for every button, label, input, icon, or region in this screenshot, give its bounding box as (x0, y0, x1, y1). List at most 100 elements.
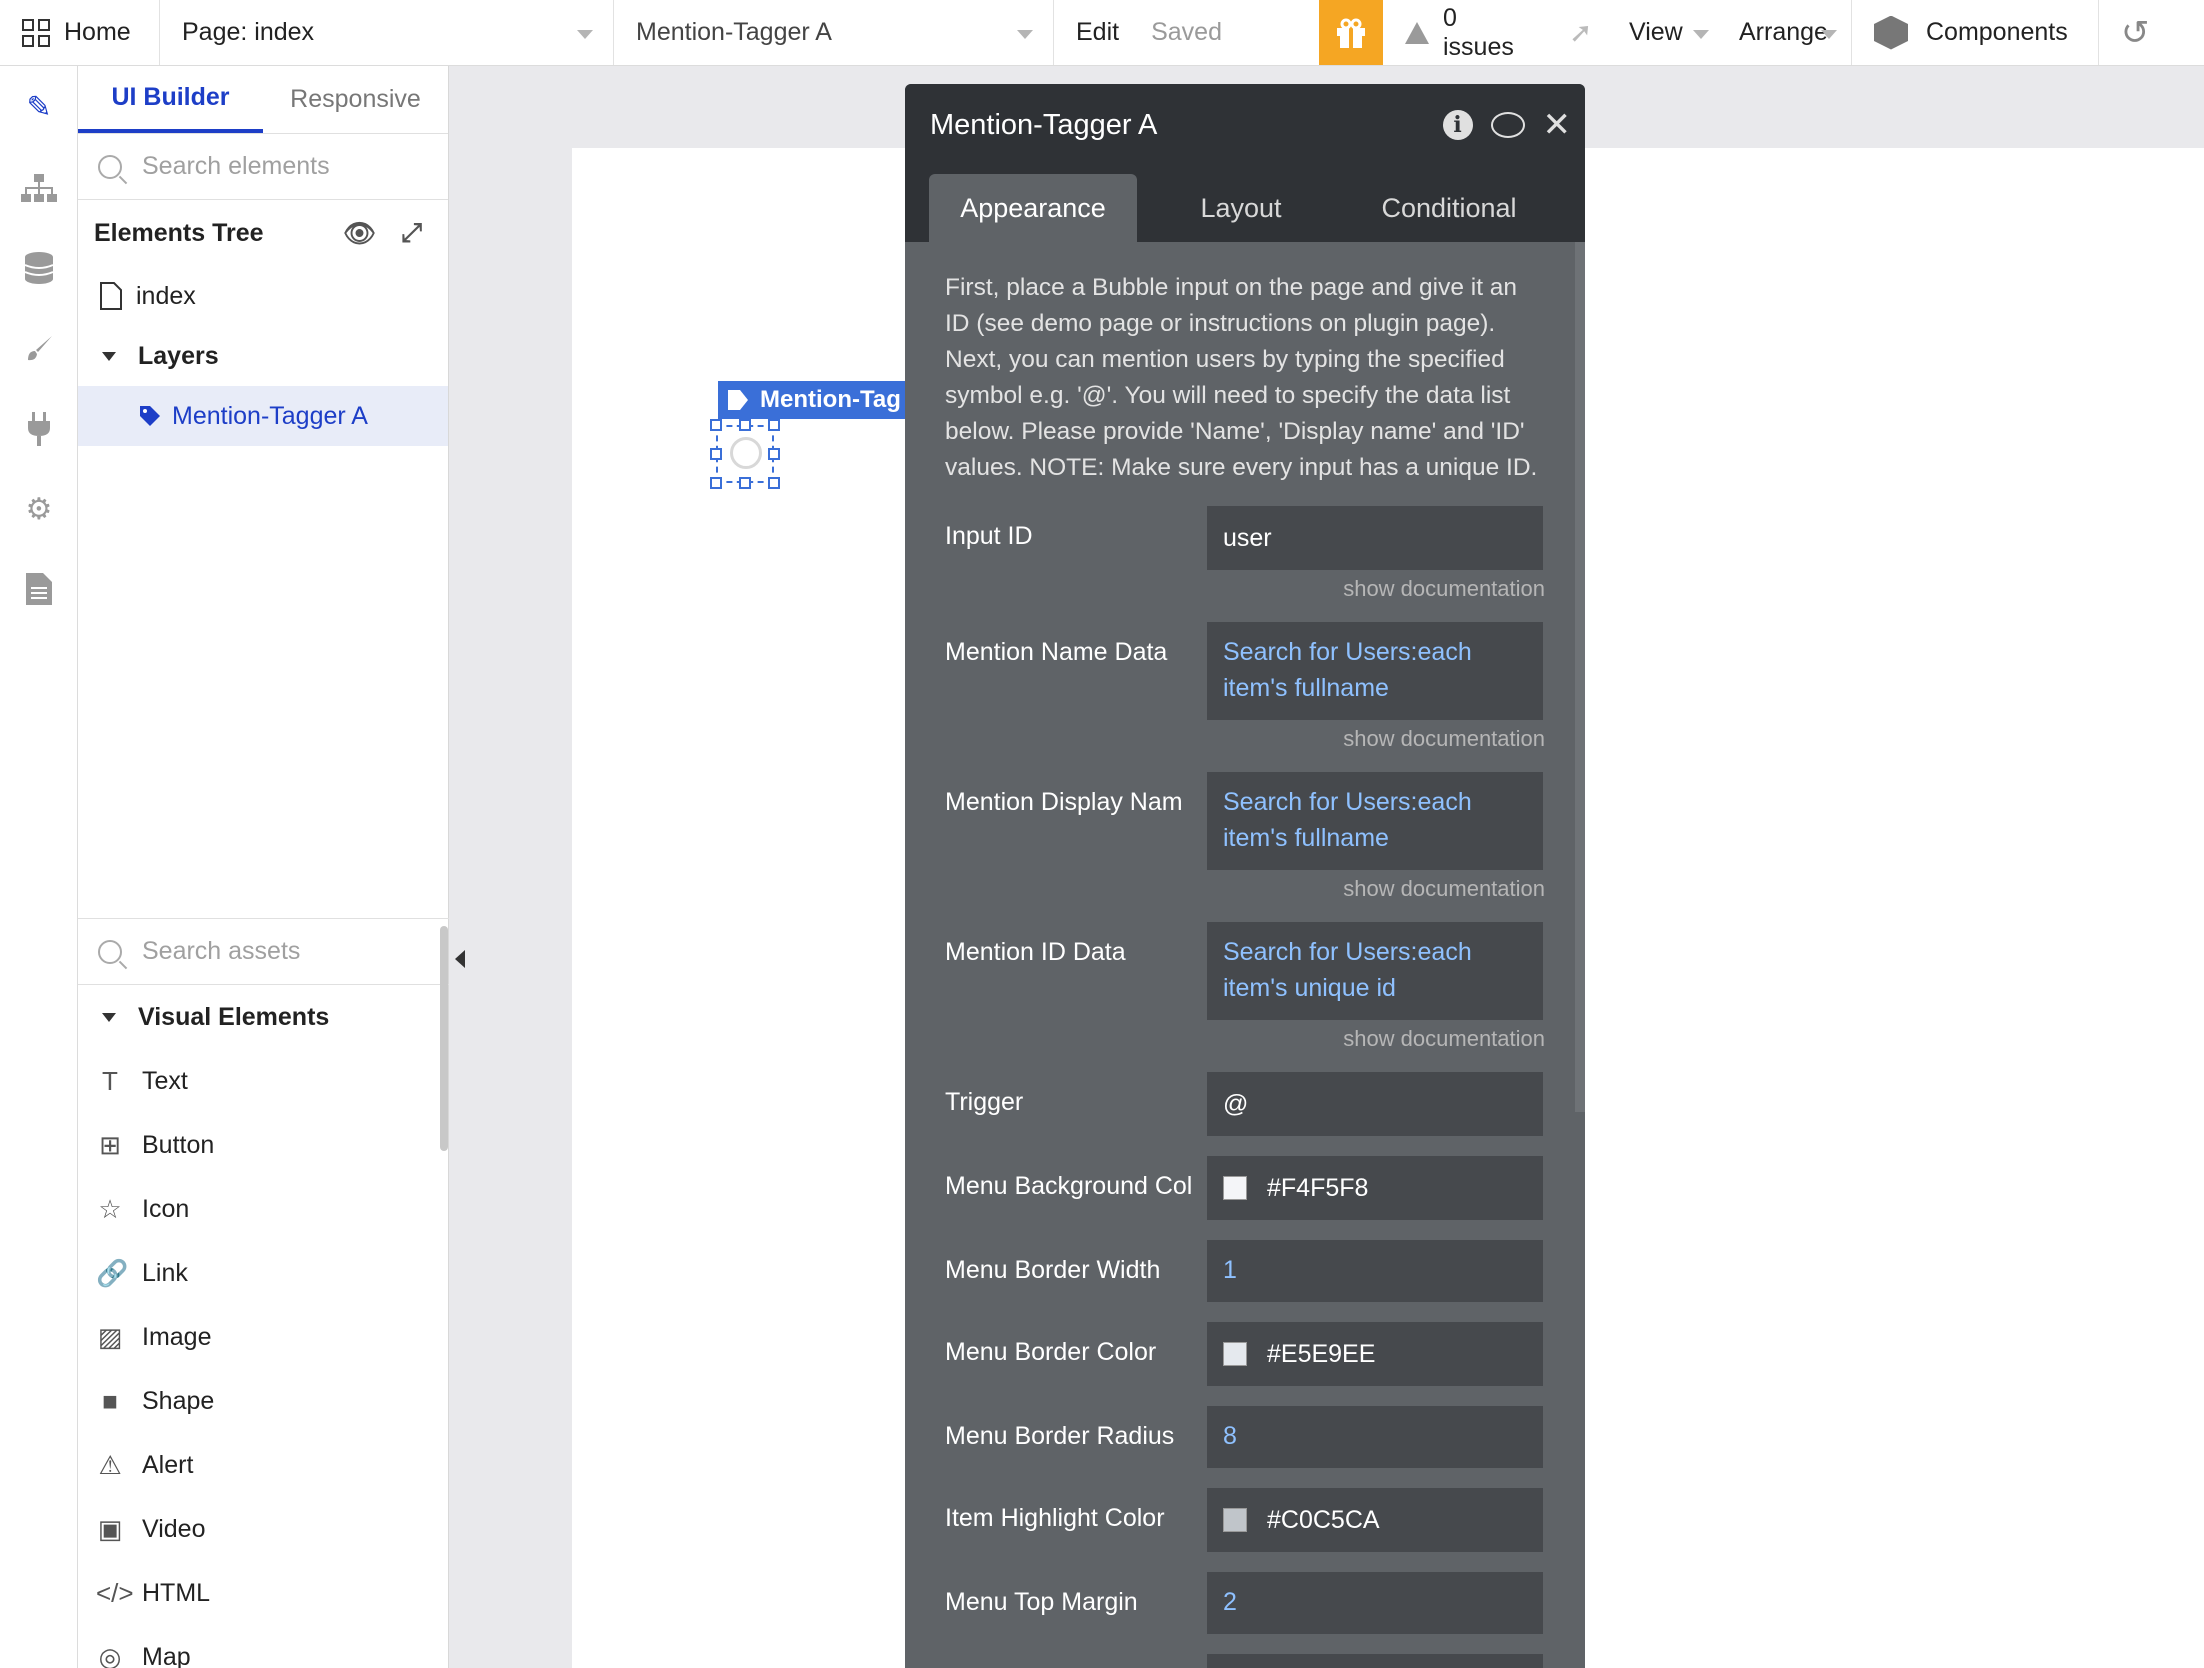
visual-elements-header[interactable]: Visual Elements (78, 985, 449, 1049)
color-swatch[interactable] (1223, 1176, 1247, 1200)
database-icon[interactable] (20, 249, 58, 287)
resize-handle[interactable] (768, 419, 780, 431)
resize-handle[interactable] (739, 477, 751, 489)
element-selector[interactable]: Mention-Tagger A (614, 0, 1054, 65)
property-field[interactable]: 2 (1207, 1572, 1543, 1634)
asset-image[interactable]: ▨ Image (78, 1305, 449, 1369)
close-icon[interactable]: ✕ (1543, 108, 1572, 142)
issues-indicator[interactable]: 0 issues (1383, 0, 1547, 65)
asset-shape[interactable]: ■ Shape (78, 1369, 449, 1433)
element-label: Mention-Tagger A (636, 18, 832, 46)
tree-item-label: index (136, 281, 196, 310)
asset-video[interactable]: ▣ Video (78, 1497, 449, 1561)
show-documentation-link[interactable]: show documentation (945, 576, 1545, 602)
resize-handle[interactable] (739, 419, 751, 431)
resize-handle[interactable] (768, 477, 780, 489)
tree-item-index[interactable]: index (78, 266, 448, 326)
color-swatch[interactable] (1223, 1508, 1247, 1532)
show-documentation-link[interactable]: show documentation (945, 876, 1545, 902)
search-assets-input[interactable]: Search assets (78, 919, 449, 985)
tab-responsive[interactable]: Responsive (263, 66, 448, 133)
property-row: Input ID user (945, 506, 1545, 570)
page-label: Page: index (182, 18, 315, 46)
property-label: Menu Border Color (945, 1338, 1157, 1366)
property-field[interactable]: 8 (1207, 1406, 1543, 1468)
color-swatch[interactable] (1223, 1342, 1247, 1366)
sitemap-icon[interactable] (20, 170, 58, 208)
search-elements-input[interactable]: Search elements (78, 134, 448, 200)
asset-map[interactable]: ◎ Map (78, 1625, 449, 1668)
tab-layout[interactable]: Layout (1137, 174, 1345, 242)
asset-icon[interactable]: ☆ Icon (78, 1177, 449, 1241)
tag-icon (728, 390, 748, 410)
gift-button[interactable] (1319, 0, 1383, 65)
asset-button[interactable]: ⊞ Button (78, 1113, 449, 1177)
tree-item-mention-tagger[interactable]: Mention-Tagger A (78, 386, 448, 446)
visual-elements-label: Visual Elements (138, 1002, 330, 1031)
property-value: 1 (1223, 1256, 1237, 1284)
expand-icon[interactable]: ⤢ (401, 217, 422, 249)
arrange-menu[interactable]: Arrange (1717, 0, 1852, 65)
property-field[interactable]: Search for Users:each item's unique id (1207, 922, 1543, 1020)
asset-alert[interactable]: ⚠ Alert (78, 1433, 449, 1497)
editor-tabs: Appearance Layout Conditional (905, 166, 1585, 242)
search-icon (98, 154, 122, 179)
gear-icon[interactable]: ⚙ (20, 490, 58, 528)
tab-ui-builder[interactable]: UI Builder (78, 66, 263, 133)
resize-handle[interactable] (710, 448, 722, 460)
button-icon: ⊞ (99, 1129, 121, 1160)
tab-appearance[interactable]: Appearance (929, 174, 1137, 242)
property-field[interactable]: @ (1207, 1072, 1543, 1136)
issues-label: 0 issues (1443, 3, 1514, 61)
resize-handle[interactable] (710, 477, 722, 489)
color-field[interactable]: #F4F5F8 (1207, 1156, 1543, 1220)
undo-icon[interactable]: ↺ (2099, 0, 2159, 65)
page-selector[interactable]: Page: index (160, 0, 614, 65)
resize-handle[interactable] (710, 419, 722, 431)
selected-element[interactable] (716, 425, 774, 483)
show-documentation-link[interactable]: show documentation (945, 1026, 1545, 1052)
home-button[interactable]: Home (0, 0, 160, 65)
comment-icon[interactable] (1490, 112, 1525, 138)
property-value: #C0C5CA (1267, 1506, 1380, 1534)
chevron-down-icon (1017, 30, 1033, 39)
eye-icon[interactable]: 👁 (343, 218, 376, 249)
property-field[interactable]: いいえ (1207, 1654, 1543, 1668)
html-icon: </> (96, 1577, 134, 1608)
collapse-panel-icon[interactable] (455, 950, 465, 968)
warning-icon (1405, 21, 1429, 44)
components-button[interactable]: Components (1852, 0, 2099, 65)
tree-item-layers[interactable]: Layers (78, 326, 448, 386)
design-icon[interactable]: ✎ (20, 88, 58, 126)
view-menu[interactable]: View (1607, 0, 1717, 65)
info-icon[interactable]: i (1442, 110, 1473, 140)
show-documentation-link[interactable]: show documentation (945, 726, 1545, 752)
color-field[interactable]: #C0C5CA (1207, 1488, 1543, 1552)
page-icon (100, 282, 122, 310)
triangle-down-icon (102, 351, 116, 361)
plug-icon[interactable] (20, 410, 58, 448)
assets-placeholder: Search assets (142, 937, 301, 965)
property-label: Menu Top Margin (945, 1588, 1138, 1616)
brush-icon[interactable] (20, 330, 58, 368)
edit-label[interactable]: Edit (1076, 18, 1119, 47)
asset-link[interactable]: 🔗 Link (78, 1241, 449, 1305)
color-field[interactable]: #E5E9EE (1207, 1322, 1543, 1386)
assets-scrollbar[interactable] (440, 926, 448, 1151)
mention-element-icon (730, 437, 762, 469)
grid-icon (22, 18, 50, 47)
asset-label: Video (142, 1514, 206, 1543)
property-field[interactable]: Search for Users:each item's fullname (1207, 772, 1543, 870)
cursor-icon[interactable]: ➚ (1547, 0, 1607, 65)
property-label: Menu Border Width (945, 1256, 1161, 1284)
property-field[interactable]: user (1207, 506, 1543, 570)
tab-conditional[interactable]: Conditional (1345, 174, 1553, 242)
asset-html[interactable]: </> HTML (78, 1561, 449, 1625)
document-icon[interactable] (20, 570, 58, 608)
property-field[interactable]: 1 (1207, 1240, 1543, 1302)
element-label-badge[interactable]: Mention-Tag (718, 381, 908, 419)
resize-handle[interactable] (768, 448, 780, 460)
asset-label: Icon (142, 1194, 190, 1223)
asset-text[interactable]: T Text (78, 1049, 449, 1113)
property-field[interactable]: Search for Users:each item's fullname (1207, 622, 1543, 720)
